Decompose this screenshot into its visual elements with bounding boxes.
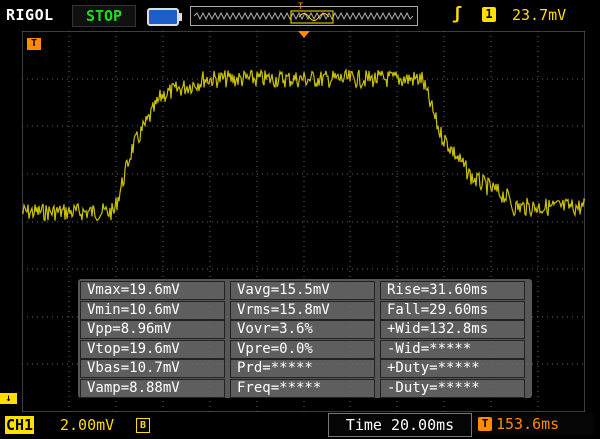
measurement-value: Vpp=8.96mV [80, 320, 225, 339]
trigger-offset: 153.6ms [496, 415, 560, 433]
brand-logo: RIGOL [6, 6, 54, 24]
vertical-scale[interactable]: 2.00mV [60, 416, 114, 434]
status-bar: RIGOL STOP T ʃ 1 23.7mV [0, 0, 600, 32]
trigger-source-badge: 1 [482, 7, 496, 22]
measurement-value: Fall=29.60ms [380, 300, 525, 320]
measurement-value: +Duty=***** [380, 359, 525, 378]
trigger-level: 23.7mV [512, 6, 567, 24]
channel-label: CH1 [5, 416, 35, 434]
measurement-value: -Duty=***** [380, 378, 525, 398]
measurement-value: Vpre=0.0% [230, 339, 375, 359]
timebase[interactable]: Time 20.00ms [328, 413, 472, 437]
memory-trigger-marker-icon: T [298, 2, 304, 10]
measurement-value: Vrms=15.8mV [230, 300, 375, 320]
channel-1-indicator[interactable]: CH1 [5, 416, 35, 434]
run-stop-indicator[interactable]: STOP [72, 5, 136, 27]
measurement-value: Freq=***** [230, 378, 375, 398]
measurement-value: Vtop=19.6mV [80, 339, 225, 359]
measurement-value: Vovr=3.6% [230, 320, 375, 339]
svg-text:T: T [298, 2, 304, 10]
measurement-value: Vamp=8.88mV [80, 378, 225, 398]
rising-edge-icon: ʃ [452, 4, 463, 24]
trigger-level-marker-icon[interactable]: T [27, 38, 41, 50]
measurement-value: Vmax=19.6mV [80, 281, 225, 300]
measurement-value: Vbas=10.7mV [80, 359, 225, 378]
measurement-value: Vmin=10.6mV [80, 300, 225, 320]
measurement-value: Prd=***** [230, 359, 375, 378]
trigger-offset-icon: T [478, 417, 492, 431]
bandwidth-limit-icon: B [136, 418, 150, 433]
measurement-value: Rise=31.60ms [380, 281, 525, 300]
measurement-value: -Wid=***** [380, 339, 525, 359]
measurement-value: +Wid=132.8ms [380, 320, 525, 339]
channel-offset-marker-icon[interactable]: ↓ [0, 393, 17, 404]
measurement-panel: Vmax=19.6mV Vavg=15.5mV Rise=31.60ms Vmin=1… [78, 279, 532, 398]
measurement-value: Vavg=15.5mV [230, 281, 375, 300]
battery-icon [147, 8, 182, 26]
